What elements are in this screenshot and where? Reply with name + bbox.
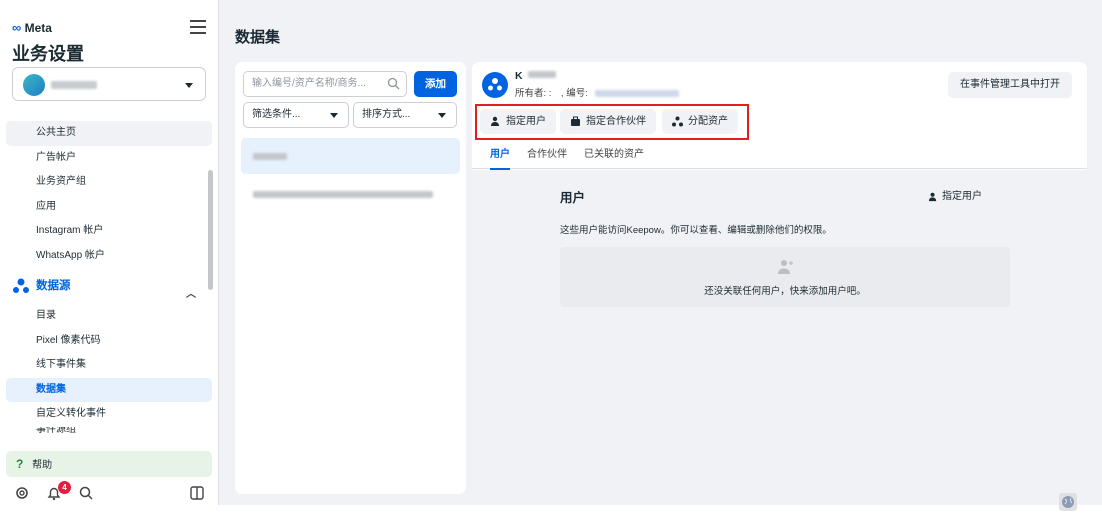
assign-users-button[interactable]: 指定用户 <box>480 109 556 134</box>
assign-partners-label: 指定合作伙伴 <box>586 116 646 127</box>
globe-icon[interactable] <box>1059 493 1077 511</box>
menu-icon[interactable] <box>190 20 206 34</box>
search-input[interactable]: 输入编号/资产名称/商务... <box>243 71 407 97</box>
data-sources-icon <box>13 278 29 293</box>
caret-down-icon <box>330 113 338 118</box>
meta-logo-text: Meta <box>24 21 52 35</box>
sidebar-item-asset-groups[interactable]: 业务资产组 <box>6 170 212 195</box>
assign-users-label: 指定用户 <box>506 116 546 127</box>
tab-users[interactable]: 用户 <box>490 145 510 170</box>
search-icon <box>387 77 400 90</box>
sort-dropdown[interactable]: 排序方式... <box>353 102 457 128</box>
tab-partners[interactable]: 合作伙伴 <box>527 145 567 168</box>
meta-logo: ∞ Meta <box>12 20 52 35</box>
panel-toggle-icon[interactable] <box>189 485 205 501</box>
dataset-detail-panel: K 所有者: : , 编号: 在事件管理工具中打开 指定用户 指定合作伙伴 分配… <box>472 62 1087 494</box>
assign-partners-button[interactable]: 指定合作伙伴 <box>560 109 656 134</box>
search-icon[interactable] <box>78 485 94 501</box>
list-item[interactable] <box>241 138 460 174</box>
empty-state-text: 还没关联任何用户，快来添加用户吧。 <box>704 286 866 297</box>
briefcase-icon <box>571 116 580 126</box>
business-name-redacted <box>51 81 97 89</box>
section-description: 这些用户能访问Keepow。你可以查看、编辑或删除他们的权限。 <box>560 225 832 236</box>
sidebar-item-pages[interactable]: 公共主页 <box>6 121 212 146</box>
sidebar-item-instagram[interactable]: Instagram 帐户 <box>6 219 212 244</box>
sidebar-title: 业务设置 <box>12 44 84 64</box>
empty-state: 还没关联任何用户，快来添加用户吧。 <box>560 247 1010 307</box>
caret-down-icon <box>438 113 446 118</box>
dataset-name-redacted <box>527 71 556 78</box>
sidebar-item-catalog[interactable]: 目录 <box>6 304 212 329</box>
notification-badge: 4 <box>58 481 71 494</box>
person-icon <box>491 116 499 126</box>
page-title: 数据集 <box>235 29 281 46</box>
content-area <box>472 170 1087 494</box>
business-avatar <box>23 74 45 96</box>
business-account-selector[interactable] <box>12 67 206 101</box>
bottom-strip <box>0 505 1102 523</box>
assign-assets-label: 分配资产 <box>688 116 728 127</box>
sidebar-item-custom-conversions[interactable]: 自定义转化事件 <box>6 402 212 427</box>
infinity-icon: ∞ <box>12 20 22 35</box>
sidebar-item-pixel[interactable]: Pixel 像素代码 <box>6 329 212 354</box>
sidebar-item-whatsapp[interactable]: WhatsApp 帐户 <box>6 244 212 269</box>
sidebar-item-offline-events[interactable]: 线下事件集 <box>6 353 212 378</box>
list-item[interactable] <box>241 176 460 212</box>
section-title: 用户 <box>560 191 586 205</box>
data-sources-icon <box>488 78 502 91</box>
search-placeholder: 输入编号/资产名称/商务... <box>252 78 366 89</box>
add-person-icon <box>778 260 793 274</box>
sidebar: ∞ Meta 业务设置 公共主页 广告帐户 业务资产组 应用 Instagram… <box>0 0 219 523</box>
dataset-avatar <box>482 72 508 98</box>
sidebar-scrollbar[interactable] <box>208 170 213 290</box>
chevron-up-icon[interactable]: ︿ <box>186 280 196 310</box>
caret-down-icon <box>185 83 193 88</box>
help-button[interactable]: ? 帮助 <box>6 451 212 477</box>
sidebar-item-apps[interactable]: 应用 <box>6 195 212 220</box>
dataset-list-panel: 输入编号/资产名称/商务... 添加 筛选条件... 排序方式... <box>235 62 466 494</box>
detail-tabs: 用户 合作伙伴 已关联的资产 <box>472 142 1087 170</box>
dataset-name-text: K <box>515 70 523 82</box>
sidebar-item-datasets[interactable]: 数据集 <box>6 377 212 402</box>
dataset-name-redacted <box>253 153 287 160</box>
sidebar-group-data-sources[interactable]: 数据源 ︿ <box>6 271 212 301</box>
assign-assets-button[interactable]: 分配资产 <box>662 109 738 134</box>
dataset-name: K <box>515 70 556 82</box>
sidebar-item-event-source-groups[interactable]: 事件源组 <box>6 427 212 433</box>
dataset-name-redacted <box>253 191 433 198</box>
person-icon <box>928 192 937 202</box>
id-label: 编号: <box>566 88 588 99</box>
add-button[interactable]: 添加 <box>414 71 457 97</box>
assign-users-section-button[interactable]: 指定用户 <box>918 184 994 210</box>
sidebar-group-label: 数据源 <box>36 280 71 292</box>
sort-label: 排序方式... <box>362 109 411 120</box>
filter-dropdown[interactable]: 筛选条件... <box>243 102 349 128</box>
sidebar-nav: 公共主页 广告帐户 业务资产组 应用 Instagram 帐户 WhatsApp… <box>6 121 212 433</box>
sidebar-footer: 4 <box>0 481 219 505</box>
open-in-events-manager-button[interactable]: 在事件管理工具中打开 <box>948 72 1072 98</box>
gear-icon[interactable] <box>14 485 30 501</box>
dataset-id-redacted <box>594 90 679 97</box>
assets-icon <box>672 116 683 127</box>
assign-users-section-label: 指定用户 <box>942 191 982 202</box>
sidebar-item-ad-accounts[interactable]: 广告帐户 <box>6 146 212 171</box>
owner-label: 所有者: : , <box>515 88 564 99</box>
filter-label: 筛选条件... <box>252 109 301 120</box>
help-icon: ? <box>16 457 24 471</box>
dataset-meta: 所有者: : , 编号: <box>515 85 679 99</box>
help-label: 帮助 <box>32 460 53 471</box>
tab-connected-assets[interactable]: 已关联的资产 <box>584 145 644 168</box>
